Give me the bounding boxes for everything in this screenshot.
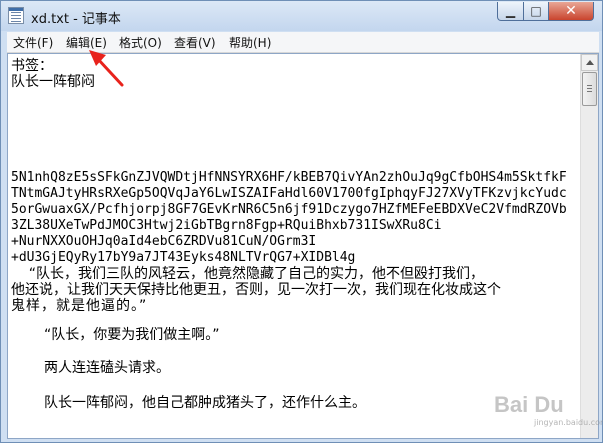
text-line: “队长，你要为我们做主啊。” [44,327,220,343]
title-bar[interactable]: xd.txt - 记事本 ▁ □ ✕ [1,1,602,31]
text-line: 队长一阵郁闷，他自己都肿成猪头了，还作什么主。 [44,395,366,411]
watermark-logo: Bai Du [494,392,564,417]
menu-view[interactable]: 查看(V) [174,34,216,51]
notepad-window: xd.txt - 记事本 ▁ □ ✕ 文件(F) 编辑(E) 格式(O) 查看(… [0,0,603,443]
menu-file[interactable]: 文件(F) [13,34,53,51]
minimize-button[interactable]: ▁ [497,2,524,21]
minimize-icon: ▁ [505,4,516,18]
text-line: 5N1nhQ8zE5sSFkGnZJVQWDtjHfNNSYRX6HF/kBEB… [11,170,567,185]
close-icon: ✕ [565,3,577,19]
close-button[interactable]: ✕ [548,2,594,21]
text-line: 5orGwuaxGX/Pcfhjorpj8GF7GEvKrNR6C5n6jf91… [11,202,567,217]
menu-edit[interactable]: 编辑(E) [66,34,107,51]
menu-bar: 文件(F) 编辑(E) 格式(O) 查看(V) 帮助(H) [7,32,599,53]
text-line: +NurNXXOuOHJq0aId4ebC6ZRDVu81CuN/OGrm3I [11,234,317,249]
text-line: 鬼样，就是他逼的。” [11,298,148,314]
scroll-thumb[interactable] [582,72,597,106]
menu-format[interactable]: 格式(O) [119,34,162,51]
watermark-caption: jingyan.baidu.com [534,418,603,427]
text-line: 两人连连磕头请求。 [44,360,170,376]
document-text[interactable]: 书签： 队长一阵郁闷 5N1nhQ8zE5sSFkGnZJVQWDtjHfNNS… [11,54,577,438]
menu-help[interactable]: 帮助(H) [229,34,271,51]
window-title: xd.txt - 记事本 [31,12,121,27]
text-line: 队长一阵郁闷 [11,74,95,90]
text-line: 3ZL38UXeTwPdJMOC3Htwj2iGbTBgrn8Fgp+RQuiB… [11,218,442,233]
maximize-icon: □ [530,4,542,18]
arrow-up-icon [586,60,594,65]
maximize-button[interactable]: □ [523,2,549,21]
scroll-up-button[interactable] [581,54,598,71]
text-line: TNtmGAJtyHRsRXeGp5OQVqJaY6LwISZAIFaHdl60… [11,186,567,201]
editor-area: 书签： 队长一阵郁闷 5N1nhQ8zE5sSFkGnZJVQWDtjHfNNS… [7,53,599,439]
notepad-icon[interactable] [8,7,24,24]
vertical-scrollbar[interactable] [580,54,598,438]
